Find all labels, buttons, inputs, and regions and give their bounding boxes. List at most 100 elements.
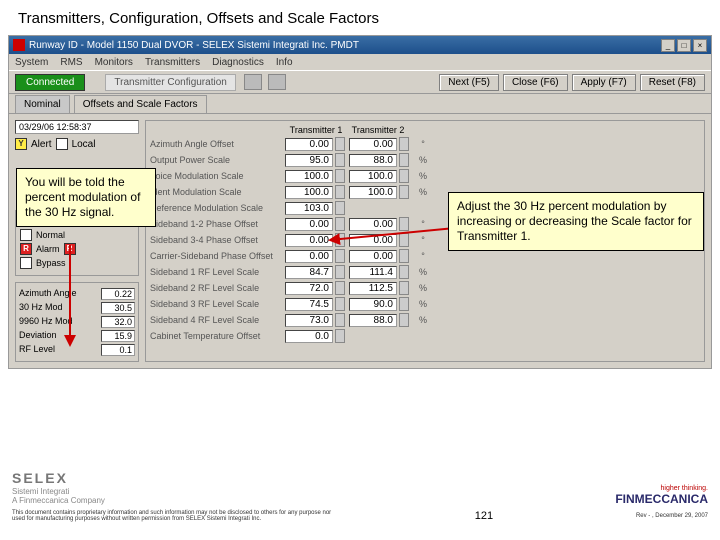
spinner-icon[interactable] bbox=[399, 313, 409, 327]
tab-nominal[interactable]: Nominal bbox=[15, 95, 70, 113]
spinner-icon[interactable] bbox=[399, 185, 409, 199]
spinner-icon[interactable] bbox=[335, 137, 345, 151]
param-tx1-value[interactable]: 0.00 bbox=[285, 218, 333, 231]
spinner-icon[interactable] bbox=[399, 153, 409, 167]
param-unit: % bbox=[413, 283, 433, 293]
menu-diagnostics[interactable]: Diagnostics bbox=[212, 57, 264, 68]
param-tx2-value[interactable]: 111.4 bbox=[349, 266, 397, 279]
spinner-icon[interactable] bbox=[335, 201, 345, 215]
spinner-icon[interactable] bbox=[399, 265, 409, 279]
param-name: Sideband 3-4 Phase Offset bbox=[150, 235, 285, 245]
param-tx2-value[interactable]: 112.5 bbox=[349, 282, 397, 295]
close-panel-button[interactable]: Close (F6) bbox=[503, 74, 568, 91]
param-name: Sideband 4 RF Level Scale bbox=[150, 315, 285, 325]
param-tx2-value[interactable]: 88.0 bbox=[349, 314, 397, 327]
ro-az-val: 0.22 bbox=[101, 288, 135, 300]
param-tx2-value[interactable]: 0.00 bbox=[349, 138, 397, 151]
minimize-button[interactable]: _ bbox=[661, 39, 675, 52]
menu-monitors[interactable]: Monitors bbox=[95, 57, 133, 68]
spinner-icon[interactable] bbox=[335, 153, 345, 167]
param-tx2-value[interactable]: 100.0 bbox=[349, 170, 397, 183]
param-name: Carrier-Sideband Phase Offset bbox=[150, 251, 285, 261]
connected-indicator: Connected bbox=[15, 74, 85, 91]
spinner-icon[interactable] bbox=[335, 233, 345, 247]
alert-label: Alert bbox=[31, 139, 52, 150]
spinner-icon[interactable] bbox=[335, 217, 345, 231]
tab-offsets[interactable]: Offsets and Scale Factors bbox=[74, 95, 207, 113]
ro-rf-label: RF Level bbox=[19, 344, 55, 356]
param-tx2-value[interactable]: 90.0 bbox=[349, 298, 397, 311]
param-row: Voice Modulation Scale100.0100.0% bbox=[150, 169, 700, 183]
param-tx1-value[interactable]: 95.0 bbox=[285, 154, 333, 167]
bypass-ind bbox=[20, 257, 32, 269]
param-row: Carrier-Sideband Phase Offset0.000.00° bbox=[150, 249, 700, 263]
param-name: Reference Modulation Scale bbox=[150, 203, 285, 213]
param-tx1-value[interactable]: 100.0 bbox=[285, 170, 333, 183]
next-button[interactable]: Next (F5) bbox=[439, 74, 499, 91]
spinner-icon[interactable] bbox=[335, 281, 345, 295]
param-unit: % bbox=[413, 155, 433, 165]
spinner-icon[interactable] bbox=[335, 313, 345, 327]
param-row: Sideband 1 RF Level Scale84.7111.4% bbox=[150, 265, 700, 279]
param-tx2-value[interactable]: 0.00 bbox=[349, 218, 397, 231]
param-name: Voice Modulation Scale bbox=[150, 171, 285, 181]
menu-transmitters[interactable]: Transmitters bbox=[145, 57, 200, 68]
param-tx2-value[interactable]: 0.00 bbox=[349, 234, 397, 247]
spinner-icon[interactable] bbox=[335, 297, 345, 311]
spinner-icon[interactable] bbox=[399, 169, 409, 183]
param-tx1-value[interactable]: 0.00 bbox=[285, 138, 333, 151]
legal-text: This document contains proprietary infor… bbox=[12, 510, 332, 522]
spinner-icon[interactable] bbox=[399, 297, 409, 311]
param-unit: % bbox=[413, 171, 433, 181]
spinner-icon[interactable] bbox=[399, 249, 409, 263]
toolbar: Connected Transmitter Configuration Next… bbox=[9, 70, 711, 94]
spinner-icon[interactable] bbox=[335, 329, 345, 343]
param-tx1-value[interactable]: 72.0 bbox=[285, 282, 333, 295]
param-tx1-value[interactable]: 103.0 bbox=[285, 202, 333, 215]
slide-title: Transmitters, Configuration, Offsets and… bbox=[0, 0, 720, 35]
param-tx1-value[interactable]: 74.5 bbox=[285, 298, 333, 311]
finmeccanica-logo: higher thinking. FINMECCANICA bbox=[615, 485, 708, 506]
spinner-icon[interactable] bbox=[335, 169, 345, 183]
param-name: Cabinet Temperature Offset bbox=[150, 331, 285, 341]
ro-dev-label: Deviation bbox=[19, 330, 57, 342]
param-tx1-value[interactable]: 73.0 bbox=[285, 314, 333, 327]
spinner-icon[interactable] bbox=[399, 233, 409, 247]
param-tx1-value[interactable]: 100.0 bbox=[285, 186, 333, 199]
param-name: Sideband 3 RF Level Scale bbox=[150, 299, 285, 309]
spinner-icon[interactable] bbox=[399, 217, 409, 231]
left-panel: 03/29/06 12:58:37 Y Alert Local Mon1 Mon… bbox=[15, 120, 139, 362]
spinner-icon[interactable] bbox=[399, 137, 409, 151]
tool-icon[interactable] bbox=[268, 74, 286, 90]
menu-system[interactable]: System bbox=[15, 57, 48, 68]
close-button[interactable]: × bbox=[693, 39, 707, 52]
param-row: Sideband 4 RF Level Scale73.088.0% bbox=[150, 313, 700, 327]
tool-icon[interactable] bbox=[244, 74, 262, 90]
readouts: Azimuth Angle0.22 30 Hz Mod30.5 9960 Hz … bbox=[15, 282, 139, 362]
spinner-icon[interactable] bbox=[335, 265, 345, 279]
param-tx1-value[interactable]: 0.00 bbox=[285, 250, 333, 263]
col-tx2: Transmitter 2 bbox=[347, 125, 409, 135]
param-tx2-value[interactable]: 0.00 bbox=[349, 250, 397, 263]
param-tx1-value[interactable]: 0.0 bbox=[285, 330, 333, 343]
param-tx1-value[interactable]: 0.00 bbox=[285, 234, 333, 247]
alarm-ind-1: R bbox=[20, 243, 32, 255]
param-tx1-value[interactable]: 84.7 bbox=[285, 266, 333, 279]
tab-bar: Nominal Offsets and Scale Factors bbox=[9, 94, 711, 114]
param-name: Azimuth Angle Offset bbox=[150, 139, 285, 149]
spinner-icon[interactable] bbox=[399, 281, 409, 295]
apply-button[interactable]: Apply (F7) bbox=[572, 74, 636, 91]
reset-button[interactable]: Reset (F8) bbox=[640, 74, 705, 91]
callout-right: Adjust the 30 Hz percent modulation by i… bbox=[448, 192, 704, 251]
section-label: Transmitter Configuration bbox=[105, 74, 235, 91]
maximize-button[interactable]: □ bbox=[677, 39, 691, 52]
menu-rms[interactable]: RMS bbox=[60, 57, 82, 68]
spinner-icon[interactable] bbox=[335, 249, 345, 263]
param-tx2-value[interactable]: 100.0 bbox=[349, 186, 397, 199]
param-unit: ° bbox=[413, 139, 433, 149]
menu-info[interactable]: Info bbox=[276, 57, 293, 68]
spinner-icon[interactable] bbox=[335, 185, 345, 199]
page-number: 121 bbox=[475, 510, 493, 522]
local-label: Local bbox=[72, 139, 96, 150]
param-tx2-value[interactable]: 88.0 bbox=[349, 154, 397, 167]
